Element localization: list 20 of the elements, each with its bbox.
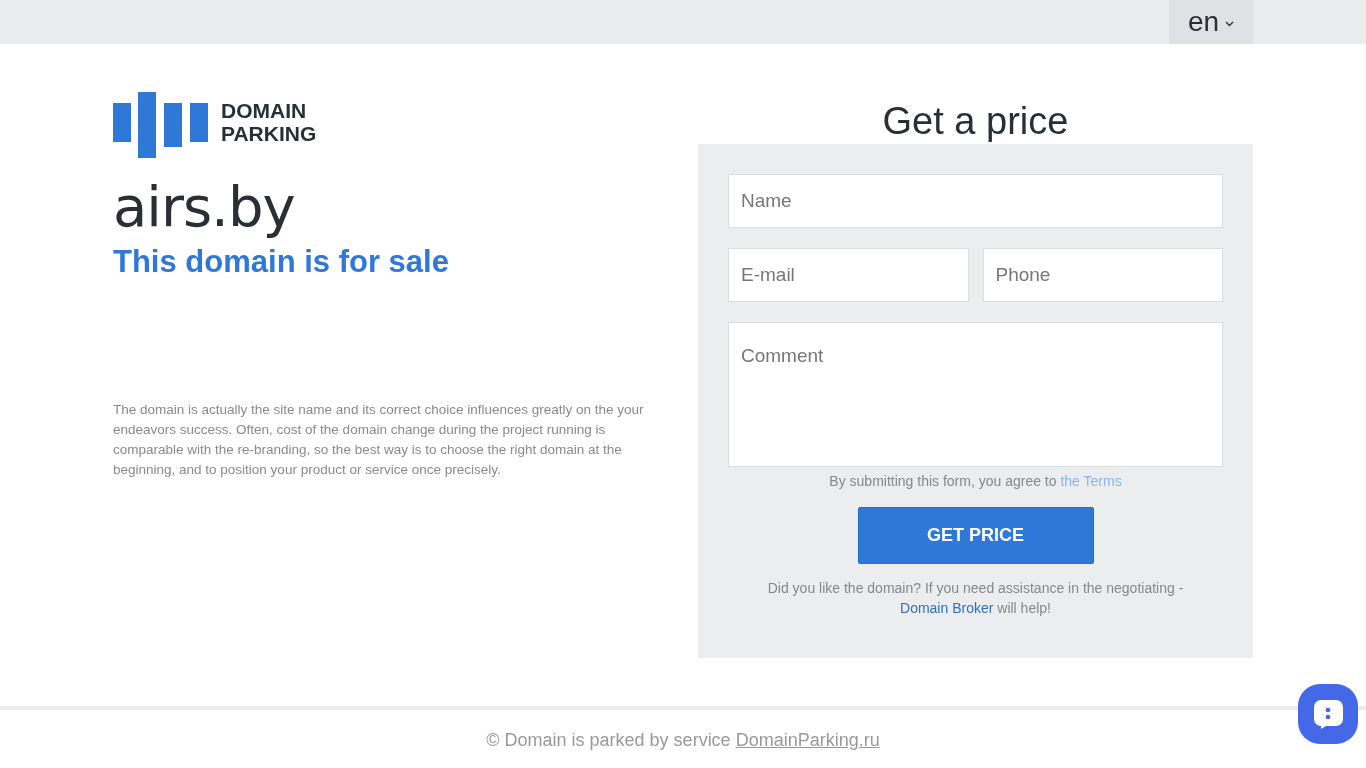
broker-link[interactable]: Domain Broker: [900, 600, 994, 616]
footer-text: © Domain is parked by service DomainParking.ru: [486, 729, 880, 751]
broker-text: Did you like the domain? If you need assistance in the negotiating - Domain Broker will help!: [766, 579, 1185, 618]
logo-text: DOMAIN: [221, 99, 308, 122]
name-field[interactable]: Name: [728, 174, 1223, 228]
chevron-down-icon: [1225, 21, 1235, 27]
form-title: Get a price: [881, 100, 1070, 144]
sale-heading: This domain is for sale: [113, 243, 450, 281]
domain-name: airs.by: [113, 176, 296, 238]
bar-chart-logo-icon: [113, 92, 209, 158]
phone-field[interactable]: Phone: [982, 248, 1223, 302]
footer-link[interactable]: DomainParking.ru: [735, 729, 880, 750]
email-field[interactable]: E-mail: [728, 248, 969, 302]
chat-button[interactable]: [1298, 684, 1358, 744]
description-text: The domain is actually the site name and its correct choice influences greatly on the your endeavors success. Often, cost of the domain change during the project running is comparable with the re-branding, so the best way is to choose the right domain at the beginning, and to position your product or service once precisely.: [113, 401, 645, 479]
terms-text: By submitting this form, you agree to the Terms: [829, 473, 1122, 489]
logo-text: PARKING: [221, 122, 317, 145]
get-price-button[interactable]: GET PRICE: [857, 507, 1094, 564]
comment-field[interactable]: Comment: [728, 322, 1223, 467]
language-selector[interactable]: en: [1169, 0, 1253, 44]
